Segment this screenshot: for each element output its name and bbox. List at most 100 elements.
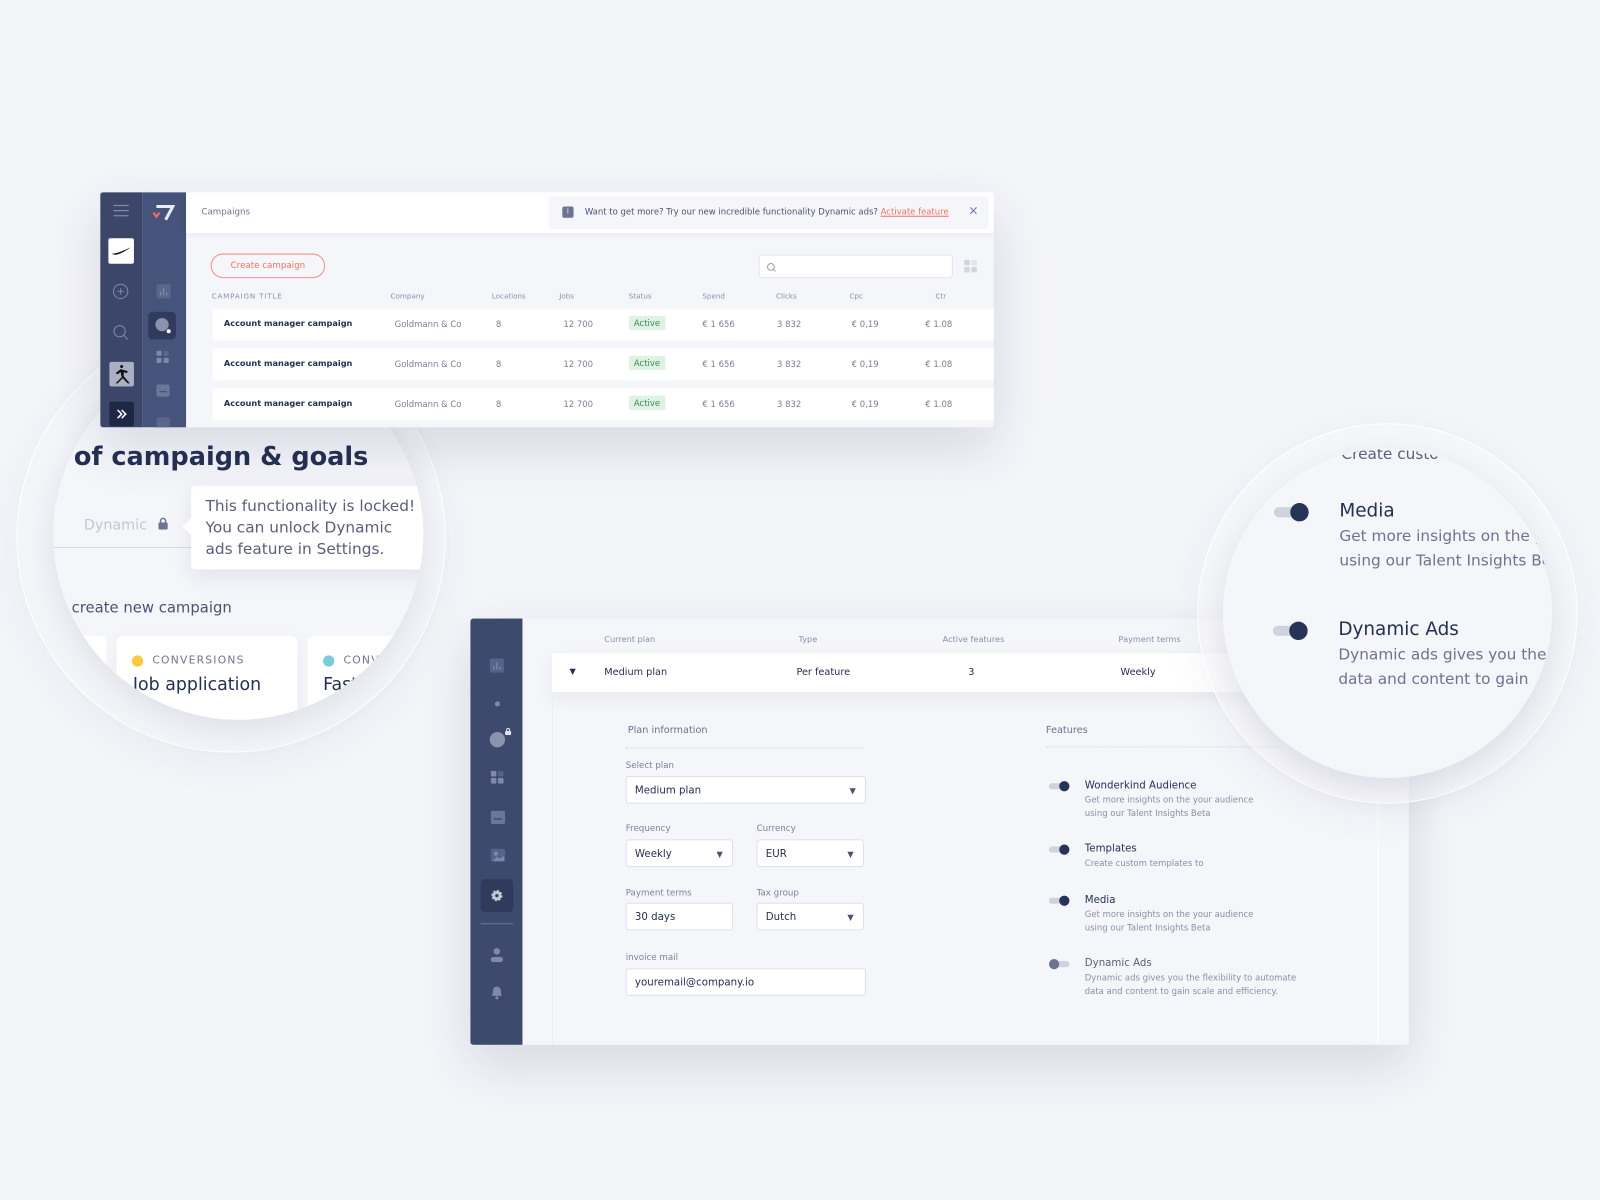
table-cell: Goldmann & Co [394,358,462,370]
feature-toggle[interactable] [1048,844,1070,855]
feature-toggle[interactable] [1048,781,1070,792]
tax-group-value: Dutch [765,911,797,924]
chevron-down-icon: ▼ [716,849,723,859]
close-banner-button[interactable]: × [968,203,978,217]
table-cell: 8 [495,318,502,330]
goal-card-conversions[interactable]: CONVERSIONS Job application [116,635,298,720]
payment-terms-value: 30 days [634,911,676,924]
heading-text: of campaign & goals [73,441,369,472]
invoice-mail-input[interactable]: youremail@company.io [625,968,866,996]
app-logo[interactable] [152,204,175,221]
gear-icon [491,889,503,902]
table-cell: 3 832 [777,358,802,370]
expand-caret-icon[interactable]: ▼ [569,667,575,676]
currency-dropdown[interactable]: EUR ▼ [756,839,864,867]
create-campaign-button[interactable]: Create campaign [210,253,326,279]
cropped-text: Create custo [1341,448,1439,464]
table-row[interactable]: Account manager campaign Goldmann & Co 8 12… [212,308,994,341]
table-cell: 8 [495,358,502,370]
plan-payment-terms: Weekly [1120,666,1156,678]
plan-details-panel-edge [552,692,554,1045]
status-badge: Active [628,315,666,331]
bell-icon[interactable] [491,986,503,1000]
col-payment-terms: Payment terms [1118,634,1181,645]
col-spend[interactable]: Spend [702,292,725,300]
goal-card[interactable] [53,635,107,720]
col-jobs[interactable]: Jobs [559,292,574,300]
col-clicks[interactable]: Clicks [776,292,797,300]
table-cell: € 1 656 [702,318,735,330]
zoom-lens-right: Create custo Media Get more insights on t… [1222,448,1553,779]
folder-icon[interactable] [490,810,506,825]
chevron-down-icon: ▼ [847,849,854,859]
campaign-icon[interactable] [489,732,506,748]
frequency-dropdown[interactable]: Weekly ▼ [625,839,734,867]
col-campaign-title[interactable]: CAMPAIGN TITLE [212,292,283,300]
feature-description-zoomed: data and content to gain [1338,669,1529,689]
invoice-mail-value: youremail@company.io [634,977,755,989]
col-active-features: Active features [942,634,1005,645]
image-icon[interactable] [490,848,506,862]
activate-feature-link[interactable]: Activate feature [881,207,949,217]
hamburger-icon[interactable] [113,204,129,217]
page-heading: · of campaign & goals [55,441,369,472]
col-status[interactable]: Status [629,292,652,300]
user-icon[interactable] [490,948,504,963]
image-icon[interactable] [156,417,170,428]
col-cpc[interactable]: Cpc [850,292,863,300]
goal-card-conversions-2[interactable]: CONV Fast [307,635,424,720]
feature-toggle[interactable] [1048,895,1070,906]
feature-description-zoomed: Get more insights on the y [1339,526,1544,545]
brand-rail [100,192,143,428]
nav-active-campaigns[interactable] [148,311,176,340]
tab-dynamic[interactable]: Dynamic [84,517,169,534]
select-plan-dropdown[interactable]: Medium plan ▼ [625,776,866,804]
table-cell: € 1.08 [925,318,953,330]
jordan-logo[interactable] [109,361,134,387]
nike-logo[interactable] [108,238,134,264]
grid-icon[interactable] [156,350,169,364]
dot-icon[interactable] [494,701,500,707]
tax-group-dropdown[interactable]: Dutch ▼ [756,902,864,931]
payment-terms-input[interactable]: 30 days [625,902,734,931]
feature-description: Get more insights on the your audience u… [1084,794,1254,818]
frequency-label: Frequency [625,824,671,835]
feature-title: Templates [1084,843,1137,855]
table-cell: 12 700 [563,318,594,330]
col-locations[interactable]: Locations [492,292,526,300]
feature-description-zoomed: Dynamic ads gives you the [1338,645,1547,664]
info-icon: i [562,206,574,218]
lock-icon [158,517,168,530]
chart-icon[interactable] [489,658,505,673]
feature-toggle-zoomed[interactable] [1273,503,1309,522]
table-cell: € 0,19 [851,398,879,409]
banner-text: Want to get more? Try our new incredible… [584,206,878,217]
table-row[interactable]: Account manager campaign Goldmann & Co 8 12… [212,388,994,421]
top-header: Campaigns i Want to get more? Try our ne… [186,192,994,234]
col-ctr[interactable]: Ctr [935,292,946,300]
converse-logo[interactable] [109,401,134,427]
select-plan-label: Select plan [625,760,675,771]
card-category: CONVERSIONS [152,654,245,667]
col-company[interactable]: Company [391,292,425,300]
feature-description-zoomed: using our Talent Insights Be [1339,551,1552,570]
chart-icon[interactable] [156,284,171,299]
table-cell: 8 [495,398,502,409]
add-circle-icon[interactable] [112,283,129,300]
search-icon[interactable] [112,324,129,340]
feature-toggle[interactable] [1048,959,1070,970]
search-input[interactable] [758,254,953,279]
table-row[interactable]: Account manager campaign Goldmann & Co 8 12… [212,348,994,381]
table-cell: 3 832 [777,318,802,330]
folder-icon[interactable] [156,384,170,397]
tab-divider [53,546,197,549]
col-current-plan: Current plan [604,634,656,645]
payment-terms-label: Payment terms [625,888,692,899]
table-cell: Goldmann & Co [394,398,462,409]
feature-toggle-zoomed[interactable] [1272,621,1308,641]
grid-icon[interactable] [490,770,504,784]
nav-active-settings[interactable] [480,879,514,912]
status-badge: Active [628,395,666,410]
table-cell: € 1 656 [702,358,735,370]
grid-view-icon[interactable] [964,259,977,273]
